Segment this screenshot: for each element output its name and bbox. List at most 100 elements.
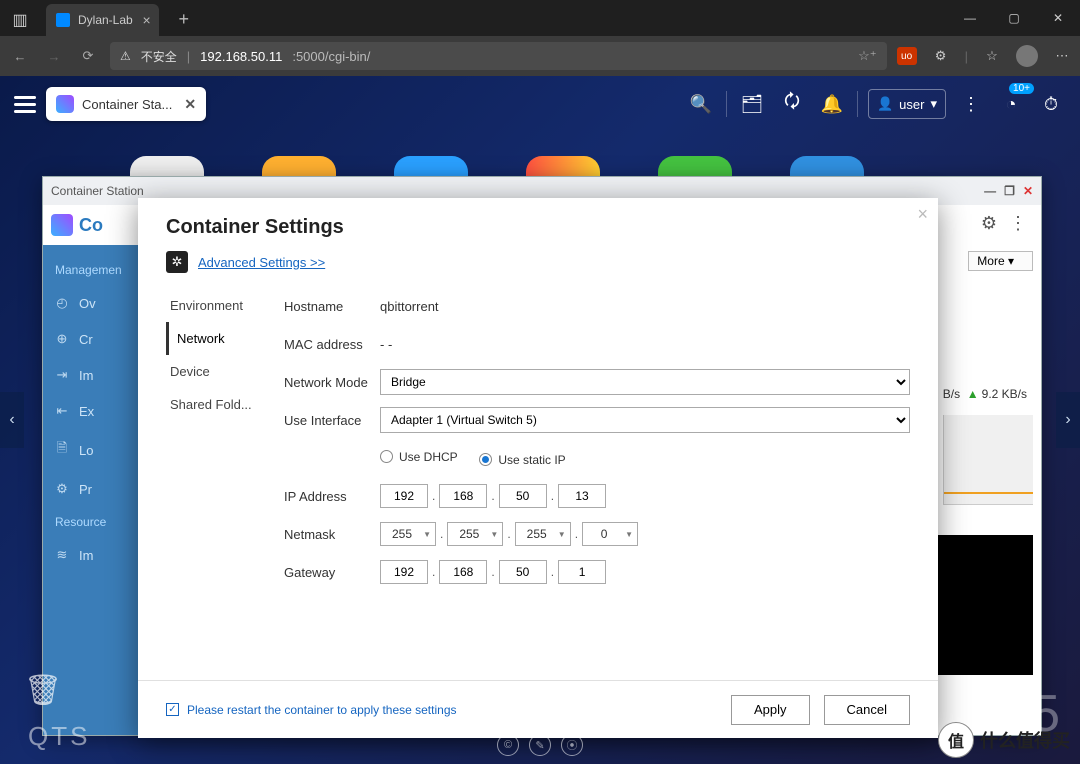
url-host: 192.168.50.11 <box>200 49 282 64</box>
import-icon: ⇥ <box>53 367 71 383</box>
reader-icon[interactable]: ☆⁺ <box>858 48 877 64</box>
gw-octet-2[interactable] <box>439 560 487 584</box>
select-interface[interactable]: Adapter 1 (Virtual Switch 5) <box>380 407 910 433</box>
resource-monitor-icon[interactable]: ⏱ <box>1036 89 1066 119</box>
backup-icon[interactable]: 🗘 <box>777 89 807 119</box>
restart-note[interactable]: ✓ Please restart the container to apply … <box>166 703 457 717</box>
cs-close-button[interactable]: ✕ <box>1023 184 1033 198</box>
user-menu[interactable]: 👤 user ▾ <box>868 89 946 119</box>
label-network-mode: Network Mode <box>284 375 380 390</box>
sliders-icon: ⚙ <box>53 481 71 497</box>
ip-octet-2[interactable] <box>439 484 487 508</box>
extensions-icon[interactable]: ⚙ <box>931 48 951 64</box>
copyright-icon[interactable]: © <box>497 734 519 756</box>
favorites-icon[interactable]: ☆ <box>982 48 1002 64</box>
more-menu-icon[interactable]: ⋮ <box>956 89 986 119</box>
value-mac: - - <box>380 337 910 352</box>
badge-count: 10+ <box>1009 83 1034 94</box>
gw-octet-3[interactable] <box>499 560 547 584</box>
dialog-form: Hostname qbittorrent MAC address - - Net… <box>284 289 910 680</box>
volume-icon[interactable]: 🗂 <box>737 89 767 119</box>
gw-octet-4[interactable] <box>558 560 606 584</box>
tab-favicon-icon <box>56 13 70 27</box>
cs-minimize-button[interactable]: — <box>984 184 996 198</box>
apply-button[interactable]: Apply <box>731 695 810 725</box>
dialog-side-tabs: Environment Network Device Shared Fold..… <box>166 289 270 680</box>
value-hostname: qbittorrent <box>380 299 910 314</box>
cs-more-dropdown[interactable]: More ▾ <box>968 251 1033 271</box>
tab-title: Dylan-Lab <box>78 13 133 27</box>
container-station-icon <box>56 95 74 113</box>
restart-checkbox[interactable]: ✓ <box>166 703 179 716</box>
caret-down-icon: ▾ <box>930 96 937 112</box>
restart-note-text: Please restart the container to apply th… <box>187 703 457 717</box>
qts-logo: QTS <box>28 721 90 752</box>
window-controls: ― ▢ ✕ <box>948 0 1080 36</box>
menu-icon[interactable]: ⋯ <box>1052 48 1072 64</box>
search-icon[interactable]: 🔍 <box>686 89 716 119</box>
notifications-icon[interactable]: 🔔 <box>817 89 847 119</box>
cs-maximize-button[interactable]: ❐ <box>1004 184 1015 198</box>
cs-rate-chart <box>943 415 1033 505</box>
taskbar-app-container-station[interactable]: Container Sta... ✕ <box>46 87 206 121</box>
tools-icon[interactable]: ✎ <box>529 734 551 756</box>
dashboard-icon[interactable]: ◔10+ <box>996 89 1026 119</box>
radio-use-static[interactable]: Use static IP <box>479 453 565 467</box>
taskbar-close-icon[interactable]: ✕ <box>184 96 196 113</box>
tab-network[interactable]: Network <box>166 322 270 355</box>
pager-icon[interactable]: ⦿ <box>561 734 583 756</box>
qts-desktop: Container Sta... ✕ 🔍 🗂 🗘 🔔 👤 user ▾ ⋮ ◔1… <box>0 76 1080 764</box>
label-interface: Use Interface <box>284 413 380 428</box>
label-gateway: Gateway <box>284 565 380 580</box>
layers-icon: ≋ <box>53 547 71 563</box>
caret-down-icon: ▾ <box>1008 254 1014 268</box>
cs-window-title: Container Station <box>51 184 144 198</box>
select-network-mode[interactable]: Bridge <box>380 369 910 395</box>
mask-octet-1[interactable]: 255 <box>380 522 436 546</box>
advanced-settings-link[interactable]: Advanced Settings >> <box>198 255 325 270</box>
browser-tab[interactable]: Dylan-Lab × <box>46 4 159 36</box>
cs-kebab-icon[interactable]: ⋮ <box>1009 213 1027 234</box>
dialog-close-icon[interactable]: × <box>917 204 928 225</box>
ip-address-group: . . . <box>380 484 910 508</box>
gear-icon: ✲ <box>166 251 188 273</box>
mask-octet-4[interactable]: 0 <box>582 522 638 546</box>
plus-circle-icon: ⊕ <box>53 331 71 347</box>
address-bar[interactable]: ⚠ 不安全 | 192.168.50.11:5000/cgi-bin/ ☆⁺ <box>110 42 887 70</box>
new-tab-button[interactable]: + <box>171 6 197 32</box>
desktop-prev-icon[interactable]: ‹ <box>0 392 24 448</box>
window-minimize-button[interactable]: ― <box>948 0 992 36</box>
radio-use-dhcp[interactable]: Use DHCP <box>380 450 458 464</box>
ip-octet-4[interactable] <box>558 484 606 508</box>
watermark-text: 什么值得买 <box>980 727 1070 753</box>
mask-octet-3[interactable]: 255 <box>515 522 571 546</box>
ublock-icon[interactable]: uo <box>897 47 917 65</box>
trash-icon[interactable]: 🗑 <box>24 673 62 708</box>
desktop-bottom-controls: © ✎ ⦿ <box>497 734 583 756</box>
nav-reload-button[interactable]: ⟳ <box>76 48 100 64</box>
window-maximize-button[interactable]: ▢ <box>992 0 1036 36</box>
gauge-icon: ◴ <box>53 295 71 311</box>
cs-brand-icon <box>51 214 73 236</box>
main-menu-button[interactable] <box>14 92 36 117</box>
tab-shared-folders[interactable]: Shared Fold... <box>166 388 270 421</box>
label-ip: IP Address <box>284 489 380 504</box>
cancel-button[interactable]: Cancel <box>824 695 910 725</box>
gw-octet-1[interactable] <box>380 560 428 584</box>
window-close-button[interactable]: ✕ <box>1036 0 1080 36</box>
tab-environment[interactable]: Environment <box>166 289 270 322</box>
tab-device[interactable]: Device <box>166 355 270 388</box>
url-path: :5000/cgi-bin/ <box>292 49 370 64</box>
ip-octet-3[interactable] <box>499 484 547 508</box>
mask-octet-2[interactable]: 255 <box>447 522 503 546</box>
dialog-container-settings: × Container Settings ✲ Advanced Settings… <box>138 198 938 738</box>
ip-octet-1[interactable] <box>380 484 428 508</box>
user-icon: 👤 <box>877 96 893 112</box>
security-label: 不安全 <box>141 48 177 65</box>
profile-avatar-icon[interactable] <box>1016 45 1038 67</box>
cs-settings-icon[interactable]: ⚙ <box>981 213 997 234</box>
tab-close-icon[interactable]: × <box>143 12 151 28</box>
tab-overview-icon[interactable]: ▥ <box>6 6 34 34</box>
desktop-next-icon[interactable]: › <box>1056 392 1080 448</box>
nav-back-button[interactable]: ← <box>8 49 32 64</box>
